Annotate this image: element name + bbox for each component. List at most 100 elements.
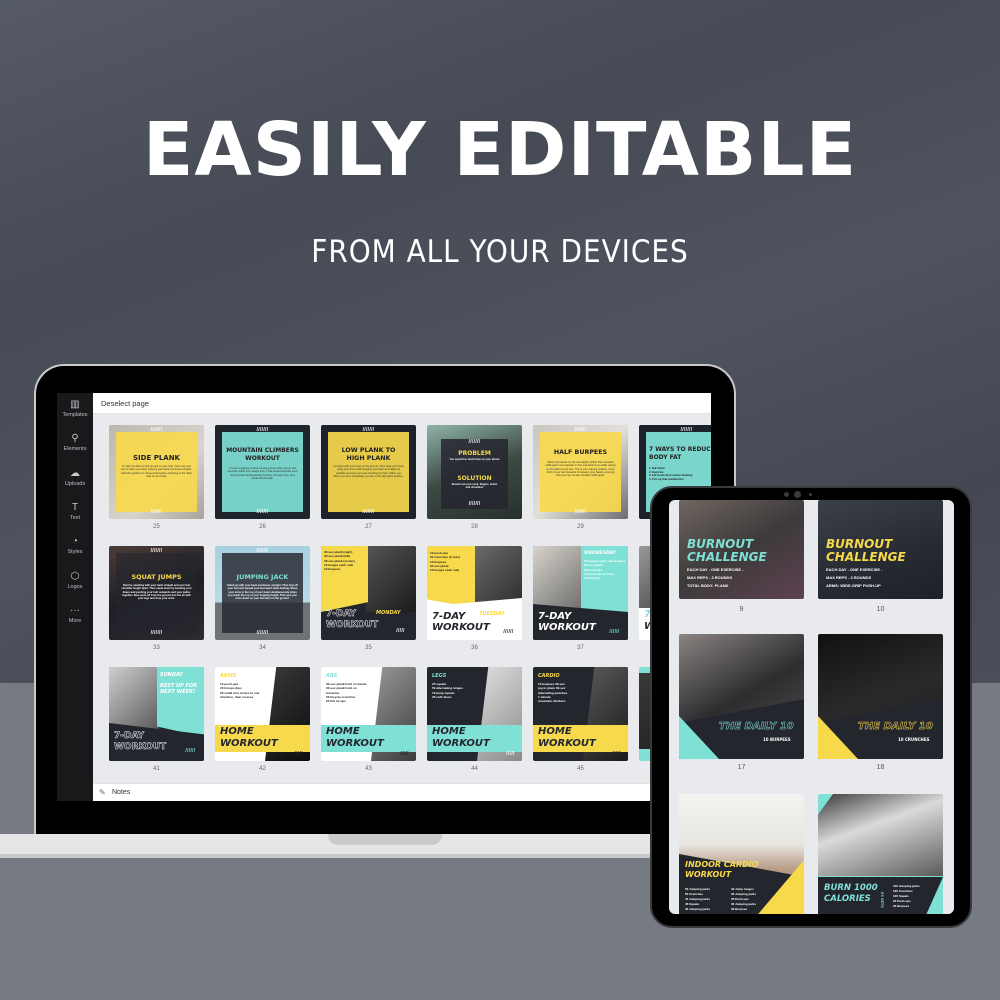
big-title-1: HOME	[326, 726, 360, 737]
daily-sub: 10 BURPEES	[763, 737, 791, 742]
laptop-screen: ▥ Templates ⚲ Elements ☁ Uploads T Text …	[57, 393, 711, 801]
tablet-sensor	[809, 493, 812, 496]
template-title-2: SOLUTION	[457, 475, 492, 482]
sidebar-item-label: Text	[69, 515, 81, 521]
page-thumbnail-25[interactable]: /////// SIDE PLANK To start, lie down on…	[109, 425, 204, 519]
big-title-1: BURNOUT	[826, 537, 893, 551]
sidebar-item-text[interactable]: T Text	[57, 502, 93, 521]
sidebar-item-label: Logos	[67, 584, 83, 590]
page-thumbnail-9[interactable]: BURNOUT CHALLENGE EACH DAY - ONE EXERCIS…	[679, 500, 804, 599]
subheadline: FROM ALL YOUR DEVICES	[311, 234, 689, 270]
big-title-2: CALORIES	[824, 894, 871, 904]
template-list: 10 burpees 30-sec jog in place 30-sec alte…	[538, 682, 568, 704]
big-title-2: CHALLENGE	[687, 550, 767, 564]
page-number: 44	[471, 766, 478, 772]
page-grid: /////// SIDE PLANK To start, lie down on…	[93, 414, 711, 783]
page-thumbnail-34[interactable]: /////// JUMPING JACK Stand up with your …	[215, 546, 310, 640]
big-title-2: WORKOUT	[538, 738, 596, 749]
slash-decoration: ///////	[680, 427, 693, 433]
template-title: MOUNTAIN CLIMBERS WORKOUT	[226, 447, 299, 462]
slash-decoration: ///////	[468, 501, 481, 507]
slash-decoration: ///////	[574, 509, 587, 515]
slash-decoration: /////	[612, 751, 621, 757]
big-title-2: WORKOUT	[220, 738, 278, 749]
template-body: You spend too much time on your phone	[449, 458, 500, 461]
notes-bar[interactable]: ✎ Notes	[93, 783, 711, 801]
page-thumbnail-36[interactable]: 10 push-ups 30 crunches (2 sets) 10 burpee…	[427, 546, 522, 640]
page-thumbnail-35[interactable]: 30-sec plank (right) 30-sec plank (left) 3…	[321, 546, 416, 640]
sidebar-item-label: Styles	[67, 549, 83, 555]
page-thumbnail-18[interactable]: THE DAILY 10 10 CRUNCHES	[818, 634, 943, 759]
template-body: To start, lie down on the ground on your…	[121, 465, 192, 478]
daily-title: THE DAILY 10	[858, 721, 933, 732]
big-title-1: BURNOUT	[687, 537, 754, 551]
category-label: ABS	[326, 673, 338, 679]
big-title-2: CHALLENGE	[826, 550, 906, 564]
page-number: 9	[739, 606, 744, 613]
deselect-page-button[interactable]: Deselect page	[101, 399, 149, 408]
template-title: SIDE PLANK	[133, 454, 180, 462]
sidebar-item-more[interactable]: ··· More	[57, 605, 93, 624]
big-title-1: HOME	[538, 726, 572, 737]
page-thumbnail-17[interactable]: THE DAILY 10 10 BURPEES	[679, 634, 804, 759]
template-list: 10 lunges each side (2 sets) 60-sec plank…	[584, 559, 625, 581]
page-thumbnail-37[interactable]: WEDNESDAY 10 lunges each side (2 sets) 60…	[533, 546, 628, 640]
sidebar-item-uploads[interactable]: ☁ Uploads	[57, 468, 93, 487]
more-icon: ···	[70, 605, 80, 616]
template-list: 10 push-ups 20 triceps dips 50 small arm c…	[220, 682, 260, 699]
page-thumbnail-45[interactable]: CARDIO 10 burpees 30-sec jog in place 30-…	[533, 667, 628, 761]
page-thumbnail-10[interactable]: BURNOUT CHALLENGE EACH DAY - ONE EXERCIS…	[818, 500, 943, 599]
editor-sidebar: ▥ Templates ⚲ Elements ☁ Uploads T Text …	[57, 393, 93, 801]
slash-decoration: ///////	[150, 548, 163, 554]
big-title-1: BURN 1000	[824, 883, 878, 893]
tablet-sensor	[784, 492, 789, 497]
sidebar-item-styles[interactable]: ◔ Styles	[57, 536, 93, 555]
slash-decoration: ///////	[150, 509, 163, 515]
page-thumbnail-27[interactable]: /////// LOW PLANK TO HIGH PLANK Lie down…	[321, 425, 416, 519]
template-list: 30-sec plank (right) 30-sec plank (left) 3…	[324, 550, 355, 572]
exercise-list: 100 Jumping jacks 100 Crunches 100 Squats 2…	[893, 884, 920, 908]
page-thumbnail-43[interactable]: ABS 30-sec plank hold on hands 30-sec pla…	[321, 667, 416, 761]
template-body: Stand up with your back and knees straig…	[227, 584, 298, 601]
page-thumbnail-41[interactable]: SUNDAY REST UP FOR NEXT WEEK! 7-DAY WORK…	[109, 667, 204, 761]
sidebar-item-label: More	[68, 618, 82, 624]
big-title-1: HOME	[432, 726, 466, 737]
page-number: 18	[876, 764, 885, 771]
template-title: HALF BURPEES	[553, 449, 608, 456]
page-thumbnail-28[interactable]: /////// PROBLEM You spend too much time …	[427, 425, 522, 519]
notes-label: Notes	[112, 789, 131, 796]
slash-decoration: ///////	[150, 427, 163, 433]
template-title: JUMPING JACK	[236, 573, 289, 581]
page-thumbnail-burn-1000[interactable]: BURN 1000 CALORIES X3 SETS 100 Jumping j…	[818, 794, 943, 914]
sidebar-item-logos[interactable]: ⬡ Logos	[57, 571, 93, 590]
sidebar-item-templates[interactable]: ▥ Templates	[57, 399, 93, 418]
sidebar-item-label: Templates	[62, 412, 88, 418]
big-title-1: 7-DAY	[432, 611, 466, 622]
template-photo	[533, 546, 583, 612]
sidebar-item-label: Uploads	[64, 481, 86, 487]
template-photo	[818, 794, 943, 876]
page-number: 42	[259, 766, 266, 772]
page-thumbnail-33[interactable]: /////// SQUAT JUMPS Start by standing wi…	[109, 546, 204, 640]
exercise-list-2: 40 Jump lunges 35 Jumping jacks 35 Push-up…	[731, 887, 757, 911]
page-thumbnail-44[interactable]: LEGS 25 squats 50 alternating lunges 10 ju…	[427, 667, 522, 761]
daily-title: THE DAILY 10	[719, 721, 794, 732]
sidebar-item-elements[interactable]: ⚲ Elements	[57, 433, 93, 452]
page-number: 17	[737, 764, 746, 771]
slash-decoration: //////	[503, 629, 514, 635]
page-thumbnail-29[interactable]: /////// HALF BURPEES Place both hands on…	[533, 425, 628, 519]
category-label: ARMS	[220, 673, 237, 679]
slash-decoration: //////	[609, 629, 620, 635]
template-title: 7 WAYS TO REDUCE BODY FAT	[649, 446, 711, 461]
page-thumbnail-42[interactable]: ARMS 10 push-ups 20 triceps dips 50 small …	[215, 667, 310, 761]
page-thumbnail-26[interactable]: /////// MOUNTAIN CLIMBERS WORKOUT You ar…	[215, 425, 310, 519]
big-title-2: WORKOUT	[685, 870, 732, 879]
upload-icon: ☁	[70, 468, 80, 479]
editor-topbar: Deselect page	[93, 393, 711, 414]
template-list: 1. Eat Clean 2. Exercise 3. Eat foods that…	[649, 466, 693, 481]
slash-decoration: /////	[506, 751, 515, 757]
big-title-2: WORKOUT	[432, 738, 490, 749]
page-thumbnail-indoor-cardio[interactable]: INDOOR CARDIO WORKOUT 50 Jumping jacks 50…	[679, 794, 804, 914]
template-photo	[366, 546, 416, 612]
template-title: LOW PLANK TO HIGH PLANK	[341, 447, 396, 462]
